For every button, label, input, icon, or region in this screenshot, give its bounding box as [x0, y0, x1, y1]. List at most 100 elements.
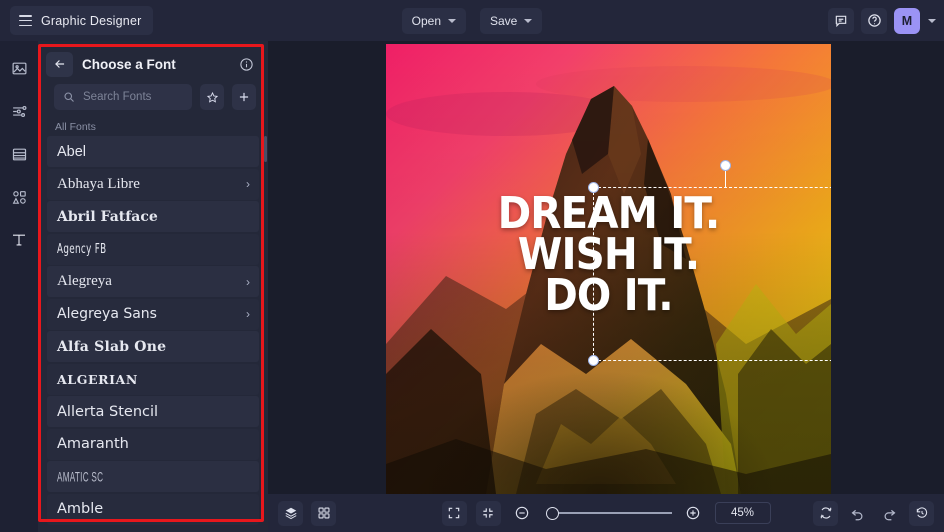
- selection-box[interactable]: [593, 187, 831, 361]
- bottom-left-group: [278, 501, 336, 526]
- zoom-slider-track: [552, 512, 672, 513]
- bottom-right-group: [813, 501, 934, 526]
- undo-button[interactable]: [845, 501, 870, 526]
- font-name-label: Abel: [57, 144, 250, 160]
- arrow-left-icon: [53, 57, 67, 71]
- plus-circle-icon: [685, 505, 701, 521]
- image-icon: [11, 60, 28, 77]
- chevron-right-icon[interactable]: ›: [246, 275, 250, 289]
- font-list-item[interactable]: Abhaya Libre›: [47, 169, 259, 200]
- resize-handle-bottom-left[interactable]: [588, 355, 599, 366]
- zoom-out-button[interactable]: [510, 501, 535, 526]
- star-icon: [206, 91, 219, 104]
- undo-icon: [850, 506, 865, 521]
- fullscreen-button[interactable]: [442, 501, 467, 526]
- back-button[interactable]: [46, 52, 73, 77]
- font-name-label: Abril Fatface: [57, 209, 250, 225]
- expand-icon: [447, 506, 461, 520]
- font-list-item[interactable]: Alfa Slab One: [47, 331, 259, 362]
- font-list-item[interactable]: ALGERIAN: [47, 364, 259, 395]
- resize-handle-top-left[interactable]: [588, 182, 599, 193]
- sidebar-item-layout[interactable]: [6, 141, 32, 167]
- font-name-label: ALGERIAN: [57, 372, 250, 387]
- sidebar-item-text[interactable]: [6, 227, 32, 253]
- font-list-item[interactable]: Alegreya Sans›: [47, 299, 259, 330]
- font-panel: Choose a Font Search Fonts: [38, 41, 268, 532]
- font-list-item[interactable]: AMATIC SC: [47, 461, 259, 492]
- rotate-handle[interactable]: [720, 160, 731, 171]
- help-button[interactable]: [861, 8, 887, 34]
- open-label: Open: [412, 14, 441, 28]
- redo-button[interactable]: [877, 501, 902, 526]
- avatar[interactable]: M: [894, 8, 920, 34]
- text-t-icon: [10, 231, 28, 249]
- search-row: Search Fonts: [38, 81, 268, 110]
- font-list-item[interactable]: Amble: [47, 494, 259, 525]
- comment-icon: [834, 14, 848, 28]
- canvas-stage[interactable]: DREAM IT. WISH IT. DO IT.: [268, 41, 944, 494]
- font-list-scrollbar[interactable]: [264, 136, 267, 162]
- shapes-icon: [11, 189, 28, 206]
- font-group-label: All Fonts: [38, 110, 268, 137]
- favorite-fonts-button[interactable]: [200, 84, 224, 110]
- grid-button[interactable]: [311, 501, 336, 526]
- refresh-icon: [819, 506, 833, 520]
- zoom-slider[interactable]: [544, 506, 672, 520]
- font-list-item[interactable]: Agency FB: [47, 234, 259, 265]
- font-name-label: Amble: [57, 501, 250, 517]
- hamburger-icon[interactable]: [19, 15, 32, 26]
- font-list[interactable]: Abel Abhaya Libre› Abril Fatface Agency FB A…: [47, 136, 259, 532]
- artboard[interactable]: DREAM IT. WISH IT. DO IT.: [386, 44, 831, 494]
- layers-icon: [284, 506, 298, 520]
- font-list-item[interactable]: Amaranth: [47, 429, 259, 460]
- add-font-button[interactable]: [232, 84, 256, 110]
- zoom-level-value[interactable]: 45%: [715, 502, 771, 524]
- chevron-down-icon[interactable]: [928, 19, 936, 23]
- font-name-label: Allerta Stencil: [57, 404, 250, 420]
- save-label: Save: [490, 14, 517, 28]
- sidebar-item-adjust[interactable]: [6, 98, 32, 124]
- history-button[interactable]: [909, 501, 934, 526]
- layers-button[interactable]: [278, 501, 303, 526]
- fit-to-screen-button[interactable]: [476, 501, 501, 526]
- chevron-right-icon[interactable]: ›: [246, 307, 250, 321]
- search-placeholder: Search Fonts: [83, 91, 151, 103]
- font-name-label: Alegreya Sans: [57, 306, 246, 322]
- history-icon: [915, 506, 929, 520]
- help-circle-icon: [867, 13, 882, 28]
- font-list-item[interactable]: Allerta Stencil: [47, 396, 259, 427]
- reset-button[interactable]: [813, 501, 838, 526]
- font-name-label: Agency FB: [57, 241, 196, 257]
- comment-button[interactable]: [828, 8, 854, 34]
- minus-circle-icon: [514, 505, 530, 521]
- open-menu-button[interactable]: Open: [402, 8, 466, 34]
- font-name-label: AMATIC SC: [57, 468, 188, 484]
- app-window: Graphic Designer Open Save: [0, 0, 944, 532]
- font-list-item[interactable]: Alegreya›: [47, 266, 259, 297]
- chevron-down-icon: [524, 19, 532, 23]
- save-menu-button[interactable]: Save: [480, 8, 542, 34]
- app-title: Graphic Designer: [41, 14, 141, 28]
- chevron-right-icon[interactable]: ›: [246, 177, 250, 191]
- search-input[interactable]: Search Fonts: [54, 84, 192, 110]
- font-name-label: Alfa Slab One: [57, 339, 250, 355]
- info-circle-icon[interactable]: [239, 57, 254, 72]
- page-title: Choose a Font: [82, 57, 239, 72]
- sidebar-item-image[interactable]: [6, 55, 32, 81]
- top-toolbar: Graphic Designer Open Save: [0, 0, 944, 41]
- redo-icon: [882, 506, 897, 521]
- font-list-item[interactable]: Abel: [47, 136, 259, 167]
- sidebar-item-shapes[interactable]: [6, 184, 32, 210]
- chevron-down-icon: [448, 19, 456, 23]
- top-actions-group: M: [828, 0, 936, 41]
- font-name-label: Amaranth: [57, 436, 250, 452]
- app-brand-button[interactable]: Graphic Designer: [10, 6, 153, 35]
- zoom-in-button[interactable]: [681, 501, 706, 526]
- layout-icon: [11, 146, 28, 163]
- font-name-label: Alegreya: [57, 273, 246, 290]
- plus-icon: [237, 90, 251, 104]
- font-list-item[interactable]: Abril Fatface: [47, 201, 259, 232]
- zoom-slider-knob[interactable]: [546, 507, 559, 520]
- sliders-icon: [11, 103, 28, 120]
- search-icon: [63, 91, 75, 103]
